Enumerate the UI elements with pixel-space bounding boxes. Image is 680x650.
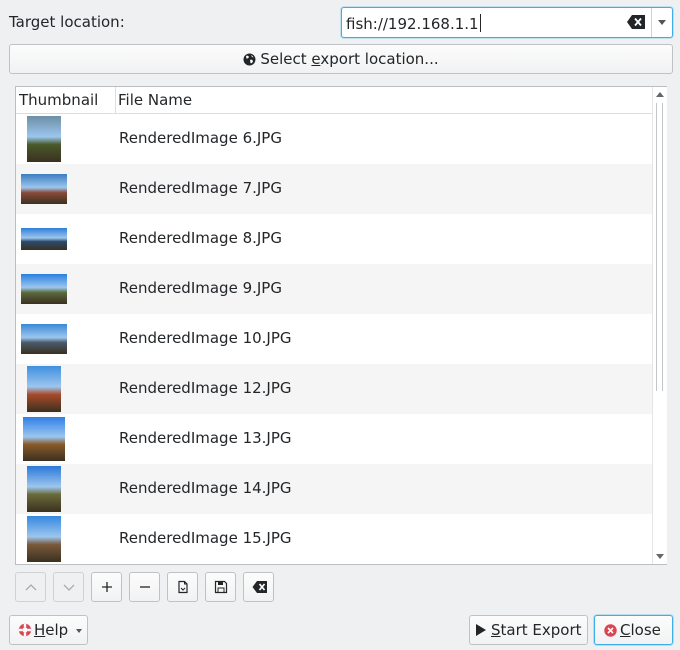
close-circle-icon [604, 624, 617, 637]
scrollbar-groove[interactable] [656, 103, 663, 548]
thumbnail-image [21, 174, 67, 204]
target-location-input[interactable]: fish://192.168.1.1 [346, 14, 481, 33]
column-header-thumbnail[interactable]: Thumbnail [19, 91, 98, 109]
file-name-cell: RenderedImage 8.JPG [119, 229, 282, 247]
file-name-cell: RenderedImage 12.JPG [119, 379, 292, 397]
help-label: Help [34, 621, 69, 639]
scrollbar-handle[interactable] [656, 103, 663, 391]
file-name-cell: RenderedImage 15.JPG [119, 529, 292, 547]
globe-icon [243, 53, 256, 66]
select-export-label-post: xport location... [320, 50, 439, 68]
list-header: Thumbnail File Name [16, 87, 652, 114]
thumbnail-image [27, 366, 61, 412]
file-name-cell: RenderedImage 7.JPG [119, 179, 282, 197]
thumbnail-image [23, 417, 65, 461]
target-location-label: Target location: [9, 13, 125, 31]
thumbnail-image [27, 466, 61, 512]
list-item[interactable]: RenderedImage 14.JPG [16, 464, 652, 514]
column-header-file-name[interactable]: File Name [118, 91, 192, 109]
file-name-cell: RenderedImage 10.JPG [119, 329, 292, 347]
list-item[interactable]: RenderedImage 8.JPG [16, 214, 652, 264]
backspace-icon [252, 581, 267, 593]
add-button[interactable] [91, 572, 122, 602]
scroll-down-arrow-icon[interactable] [656, 554, 664, 559]
file-name-cell: RenderedImage 9.JPG [119, 279, 282, 297]
floppy-icon [214, 580, 228, 594]
file-name-cell: RenderedImage 13.JPG [119, 429, 292, 447]
play-icon [476, 624, 486, 636]
list-item[interactable]: RenderedImage 10.JPG [16, 314, 652, 364]
clear-text-icon[interactable] [627, 15, 645, 29]
start-export-button[interactable]: Start Export [469, 615, 588, 645]
select-export-location-button[interactable]: Select export location... [9, 44, 673, 74]
chevron-down-icon [63, 584, 75, 591]
file-name-cell: RenderedImage 14.JPG [119, 479, 292, 497]
document-open-icon [178, 580, 188, 594]
help-lifebuoy-icon [18, 623, 32, 637]
vertical-scrollbar[interactable] [652, 87, 667, 564]
target-location-combobox[interactable]: fish://192.168.1.1 [341, 7, 673, 38]
list-item[interactable]: RenderedImage 6.JPG [16, 114, 652, 164]
list-rows: RenderedImage 6.JPG RenderedImage 7.JPG Re… [16, 114, 652, 564]
chevron-up-icon [25, 584, 37, 591]
thumbnail-image [27, 516, 61, 562]
save-button[interactable] [205, 572, 236, 602]
clear-list-button[interactable] [243, 572, 274, 602]
scroll-up-arrow-icon[interactable] [656, 92, 664, 97]
select-export-label-pre: Select [260, 50, 312, 68]
move-up-button[interactable] [15, 572, 46, 602]
file-list[interactable]: Thumbnail File Name RenderedImage 6.JPG R… [15, 86, 667, 565]
list-item[interactable]: RenderedImage 15.JPG [16, 514, 652, 564]
thumbnail-image [27, 116, 61, 162]
list-item[interactable]: RenderedImage 7.JPG [16, 164, 652, 214]
minus-icon [140, 586, 150, 588]
list-item[interactable]: RenderedImage 9.JPG [16, 264, 652, 314]
help-button[interactable]: Help [9, 615, 88, 645]
file-name-cell: RenderedImage 6.JPG [119, 129, 282, 147]
menu-arrow-icon [76, 629, 82, 633]
list-item[interactable]: RenderedImage 12.JPG [16, 364, 652, 414]
close-label: Close [620, 621, 661, 639]
column-separator [115, 87, 116, 113]
remove-button[interactable] [129, 572, 160, 602]
move-down-button[interactable] [53, 572, 84, 602]
start-export-label: Start Export [491, 621, 582, 639]
plus-icon [102, 582, 112, 592]
dropdown-arrow-icon[interactable] [658, 20, 666, 25]
thumbnail-image [21, 228, 67, 250]
list-item[interactable]: RenderedImage 13.JPG [16, 414, 652, 464]
close-button[interactable]: Close [594, 615, 673, 645]
thumbnail-image [21, 274, 67, 304]
combo-separator [651, 8, 652, 37]
load-button[interactable] [167, 572, 198, 602]
thumbnail-image [21, 324, 67, 354]
